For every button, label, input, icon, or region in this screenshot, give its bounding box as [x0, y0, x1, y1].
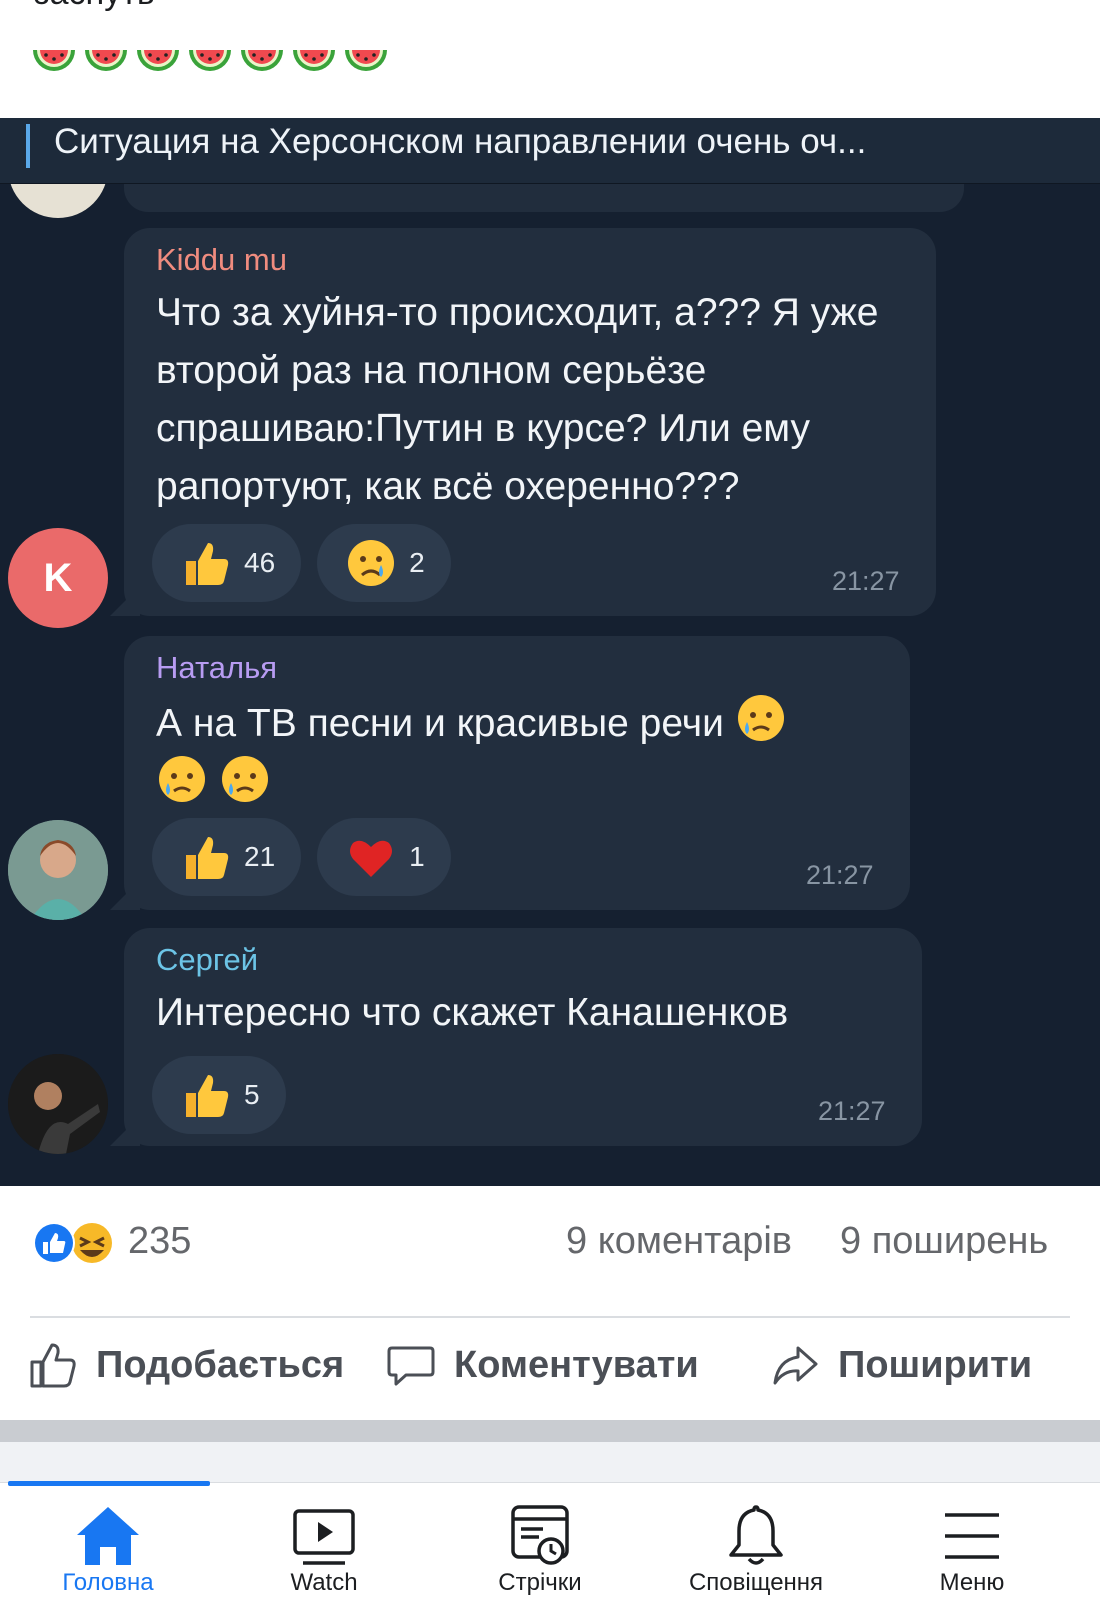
avatar[interactable]: [8, 1054, 108, 1154]
message-bubble: Наталья А на ТВ песни и красивые речи 21…: [110, 636, 910, 910]
thumbs-up-icon: [186, 837, 229, 879]
message-reactions: 46 2: [152, 524, 451, 602]
message-time: 21:27: [818, 1096, 886, 1126]
thumbs-up-icon: [186, 543, 229, 585]
menu-icon: [945, 1513, 999, 1559]
tab-menu[interactable]: Меню: [882, 1483, 1062, 1600]
next-post-edge: [0, 1442, 1100, 1482]
video-icon: [293, 1509, 355, 1565]
like-label: Подобається: [96, 1343, 345, 1386]
bell-icon: [729, 1505, 783, 1565]
avatar[interactable]: [8, 820, 108, 920]
post-text: заснуть: [34, 0, 155, 13]
message-author: Kiddu mu: [156, 242, 287, 277]
watermelon-icon: [134, 42, 182, 82]
home-icon: [77, 1507, 139, 1565]
message-text-content: А на ТВ песни и красивые речи: [156, 702, 724, 745]
tab-watch[interactable]: Watch: [234, 1483, 414, 1600]
reaction-thumbs-up: 46: [152, 524, 302, 602]
pinned-message-bar: Ситуация на Херсонском направлении очень…: [0, 118, 1100, 184]
pinned-message-text: Ситуация на Херсонском направлении очень…: [54, 122, 867, 161]
feeds-icon: [511, 1505, 569, 1565]
section-separator: [0, 1420, 1100, 1442]
comment-icon: [387, 1346, 435, 1386]
crying-face-icon: [348, 540, 395, 586]
message-bubble: Сергей Интересно что скажет Канашенков 5…: [110, 928, 922, 1146]
reaction-total[interactable]: 235: [128, 1220, 191, 1263]
share-button[interactable]: Поширити: [770, 1340, 1032, 1390]
reaction-heart: 1: [317, 818, 451, 896]
user-photo-icon: [8, 1054, 108, 1154]
bubble-tail: [110, 880, 140, 910]
tab-home[interactable]: Головна: [18, 1483, 198, 1600]
message-text: Что за хуйня-то происходит, а??? Я уже в…: [156, 291, 879, 508]
tab-label: Watch: [290, 1569, 358, 1596]
watermelon-icon: [82, 42, 130, 82]
avatar[interactable]: K: [8, 528, 108, 628]
message-text: А на ТВ песни и красивые речи: [156, 692, 896, 814]
reaction-count: 1: [409, 841, 425, 872]
reaction-count: 46: [244, 547, 276, 578]
sad-tear-face-icon: [219, 756, 271, 806]
watermelon-icon: [186, 42, 234, 82]
reaction-count: 5: [244, 1079, 260, 1110]
watermelon-icon: [238, 42, 286, 82]
post-stats: 235 9 коментарів 9 поширень: [0, 1200, 1100, 1290]
watermelon-emoji-row: [30, 42, 390, 82]
bottom-tab-bar: Головна Watch Стрічки Сповіщення Меню: [0, 1481, 1100, 1600]
post-actions: Подобається Коментувати Поширити: [0, 1330, 1100, 1416]
tab-label: Меню: [939, 1569, 1005, 1596]
bubble-tail: [110, 586, 140, 616]
thumbs-up-icon: [186, 1075, 229, 1117]
heart-icon: [350, 840, 393, 877]
message-time: 21:27: [806, 860, 874, 890]
like-button[interactable]: Подобається: [28, 1340, 344, 1390]
watermelon-icon: [290, 42, 338, 82]
message-author: Наталья: [156, 650, 278, 685]
chat-screenshot-image[interactable]: Ситуация на Херсонском направлении очень…: [0, 118, 1100, 1186]
comment-button[interactable]: Коментувати: [386, 1340, 699, 1390]
thumbs-up-outline-icon: [30, 1343, 76, 1388]
watermelon-icon: [342, 42, 390, 82]
comments-count-link[interactable]: 9 коментарів: [566, 1220, 792, 1263]
user-photo-icon: [8, 820, 108, 920]
shares-count-link[interactable]: 9 поширень: [840, 1220, 1048, 1263]
share-label: Поширити: [838, 1343, 1033, 1386]
reaction-count: 2: [409, 547, 425, 578]
watermelon-icon: [30, 42, 78, 82]
tab-label: Головна: [62, 1569, 154, 1596]
reaction-thumbs-up: 21: [152, 818, 302, 896]
share-icon: [773, 1346, 818, 1385]
message-text: Интересно что скажет Канашенков: [156, 991, 789, 1034]
tab-label: Стрічки: [498, 1569, 582, 1596]
tab-label: Сповіщення: [688, 1569, 824, 1596]
message-reactions: 21 1: [152, 818, 451, 896]
message-bubble: Kiddu mu Что за хуйня-то происходит, а??…: [110, 228, 936, 616]
bubble-tail: [110, 1116, 140, 1146]
reaction-crying: 2: [317, 524, 451, 602]
reaction-thumbs-up: 5: [152, 1056, 286, 1134]
reaction-count: 21: [244, 841, 276, 872]
like-haha-reaction-icons[interactable]: [30, 1218, 120, 1268]
message-reactions: 5: [152, 1056, 286, 1134]
comment-label: Коментувати: [454, 1343, 699, 1386]
divider: [30, 1316, 1070, 1318]
sad-tear-face-icon: [735, 695, 787, 745]
sad-tear-face-icon: [156, 756, 208, 806]
tab-feeds[interactable]: Стрічки: [450, 1483, 630, 1600]
message-author: Сергей: [156, 942, 259, 977]
tab-notifications[interactable]: Сповіщення: [666, 1483, 846, 1600]
pinned-indicator: [26, 124, 30, 168]
message-time: 21:27: [832, 566, 900, 596]
